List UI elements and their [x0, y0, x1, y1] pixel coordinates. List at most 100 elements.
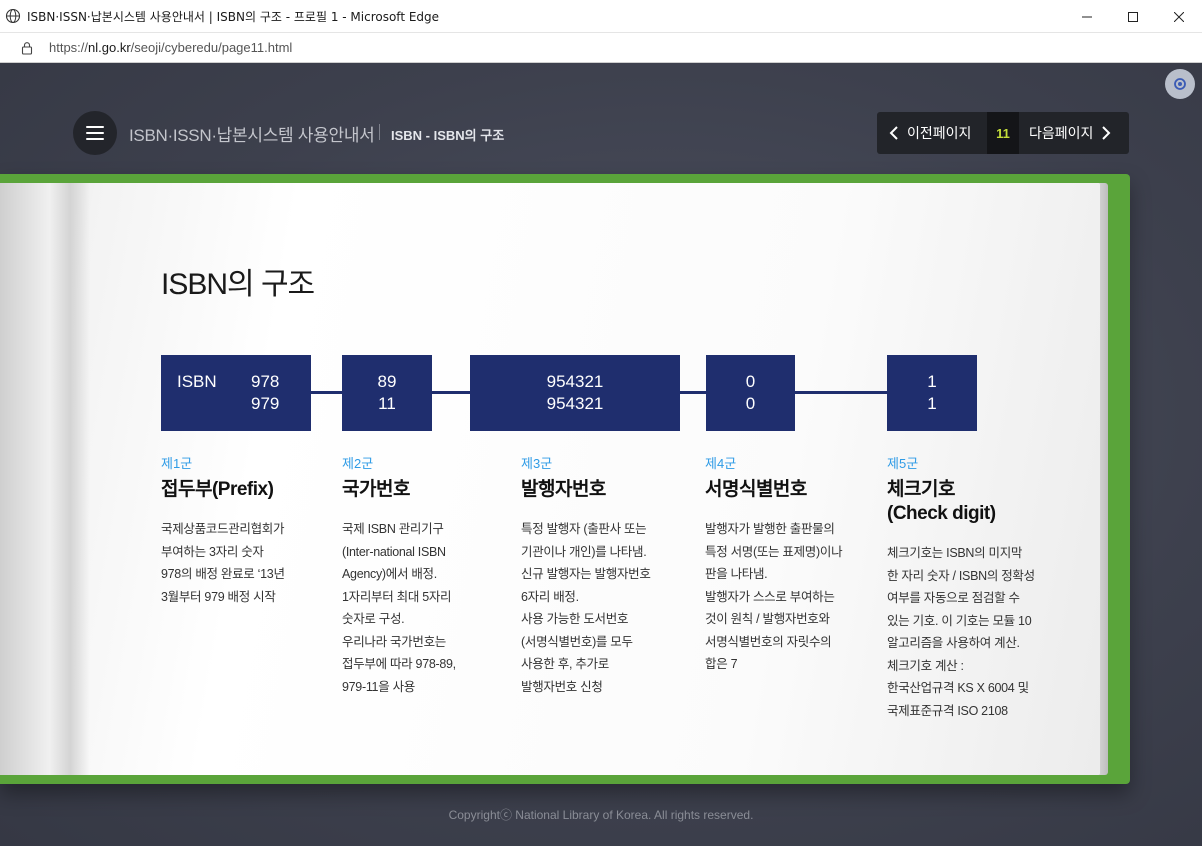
- desc-line: 특정 서명(또는 표제명)이나: [705, 544, 843, 559]
- window-title: ISBN·ISSN·납본시스템 사용안내서 | ISBN의 구조 - 프로필 1…: [27, 9, 440, 24]
- footer-copyright: Copyrightⓒ National Library of Korea. Al…: [448, 808, 754, 822]
- desc-line: 국제 ISBN 관리기구: [342, 522, 444, 536]
- window-titlebar: ISBN·ISSN·납본시스템 사용안내서 | ISBN의 구조 - 프로필 1…: [0, 0, 1202, 33]
- prev-page-button[interactable]: 이전페이지: [877, 112, 987, 154]
- isbn-box-line2: 954321: [546, 394, 604, 413]
- minimize-icon[interactable]: [1064, 0, 1110, 33]
- close-icon[interactable]: [1156, 0, 1202, 33]
- group-title-id: 제4군 서명식별번호 발행자가 발행한 출판물의 특정 서명(또는 표제명)이나…: [705, 453, 875, 676]
- group-description: 국제상품코드관리협회가 부여하는 3자리 숫자 978의 배정 완료로 ‘13년…: [161, 518, 321, 608]
- desc-line: 사용한 후, 추가로: [521, 657, 609, 671]
- isbn-box-values: 978 979: [251, 371, 279, 415]
- url-prefix: https://: [49, 40, 89, 55]
- desc-line: (서명식별번호)를 모두: [521, 634, 633, 649]
- url-text[interactable]: https://nl.go.kr/seoji/cyberedu/page11.h…: [49, 40, 292, 55]
- site-title: ISBN·ISSN·납본시스템 사용안내서: [129, 126, 375, 145]
- settings-icon[interactable]: [1165, 69, 1195, 99]
- desc-line: 체크기호 계산 :: [887, 658, 964, 673]
- isbn-box-values: 954321 954321: [470, 371, 680, 415]
- page-viewport: ISBN·ISSN·납본시스템 사용안내서 ISBN - ISBN의 구조 이전…: [0, 63, 1202, 846]
- desc-line: 978의 배정 완료로 ‘13년: [161, 567, 285, 581]
- desc-line: 숫자로 구성.: [342, 612, 405, 626]
- desc-line: Agency)에서 배정.: [342, 567, 437, 581]
- isbn-box-line2: 1: [927, 394, 937, 413]
- desc-line: (Inter-national ISBN: [342, 544, 446, 559]
- maximize-icon[interactable]: [1110, 0, 1156, 33]
- desc-line: 발행자번호 신청: [521, 679, 603, 694]
- group-description: 체크기호는 ISBN의 미지막 한 자리 숫자 / ISBN의 정확성 여부를 …: [887, 542, 1067, 722]
- desc-line: 것이 원칙 / 발행자번호와: [705, 612, 830, 626]
- isbn-box-line2: 11: [378, 394, 396, 413]
- isbn-box-line2: 979: [251, 394, 280, 413]
- url-host: nl.go.kr: [88, 40, 131, 55]
- desc-line: 한 자리 숫자 / ISBN의 정확성: [887, 568, 1035, 583]
- page-number: 11: [987, 112, 1019, 154]
- isbn-box-values: 89 11: [342, 371, 432, 415]
- desc-line: 국제상품코드관리협회가: [161, 522, 285, 536]
- desc-line: 합은 7: [705, 657, 738, 671]
- group-name: 서명식별번호: [705, 479, 807, 500]
- next-page-button[interactable]: 다음페이지: [1019, 112, 1129, 154]
- book-spine: [0, 183, 90, 775]
- breadcrumb: ISBN - ISBN의 구조: [391, 128, 505, 143]
- desc-line: 979-11을 사용: [342, 679, 415, 694]
- desc-line: 있는 기호. 이 기호는 모듈 10: [887, 613, 1032, 628]
- desc-line: 특정 발행자 (출판사 또는: [521, 522, 647, 536]
- desc-line: 우리나라 국가번호는: [342, 634, 446, 649]
- address-bar[interactable]: https://nl.go.kr/seoji/cyberedu/page11.h…: [0, 33, 1202, 63]
- group-name: 발행자번호: [521, 479, 606, 500]
- window-controls: [1064, 0, 1202, 33]
- isbn-box-check: 1 1: [887, 355, 977, 431]
- group-number: 제4군: [705, 456, 737, 471]
- page-navigator: 이전페이지 11 다음페이지: [877, 112, 1129, 154]
- lock-icon[interactable]: [20, 41, 34, 55]
- group-description: 발행자가 발행한 출판물의 특정 서명(또는 표제명)이나 판을 나타냄. 발행…: [705, 518, 875, 676]
- group-publisher: 제3군 발행자번호 특정 발행자 (출판사 또는 기관이나 개인)를 나타냄. …: [521, 453, 691, 698]
- group-description: 국제 ISBN 관리기구 (Inter-national ISBN Agency…: [342, 518, 502, 698]
- desc-line: 서명식별번호의 자릿수의: [705, 634, 832, 649]
- desc-line: 판을 나타냄.: [705, 567, 768, 581]
- desc-line: 신규 발행자는 발행자번호: [521, 567, 651, 581]
- desc-line: 3월부터 979 배정 시작: [161, 589, 276, 604]
- isbn-box-publisher: 954321 954321: [470, 355, 680, 431]
- group-number: 제5군: [887, 456, 919, 471]
- group-name: 국가번호: [342, 479, 410, 500]
- desc-line: 체크기호는 ISBN의 미지막: [887, 546, 1023, 560]
- group-country: 제2군 국가번호 국제 ISBN 관리기구 (Inter-national IS…: [342, 453, 502, 698]
- desc-line: 부여하는 3자리 숫자: [161, 544, 264, 559]
- title-divider: [379, 124, 380, 140]
- isbn-box-prefix: ISBN 978 979: [161, 355, 311, 431]
- isbn-box-values: 1 1: [887, 371, 977, 415]
- page-title: ISBN의 구조: [161, 268, 315, 301]
- desc-line: 국제표준규격 ISO 2108: [887, 703, 1008, 718]
- group-number: 제1군: [161, 456, 193, 471]
- group-name: 접두부(Prefix): [161, 479, 274, 500]
- prev-page-label: 이전페이지: [907, 125, 972, 141]
- desc-line: 접두부에 따라 978-89,: [342, 657, 456, 671]
- group-name: 체크기호: [887, 479, 955, 500]
- desc-line: 발행자가 스스로 부여하는: [705, 589, 835, 604]
- isbn-box-line1: 978: [251, 372, 280, 391]
- chevron-right-icon: [1102, 126, 1111, 140]
- isbn-box-title-id: 0 0: [706, 355, 795, 431]
- url-path: /seoji/cyberedu/page11.html: [130, 40, 293, 55]
- isbn-box-line1: 1: [927, 372, 937, 391]
- isbn-box-line1: 954321: [546, 372, 604, 391]
- desc-line: 한국산업규격 KS X 6004 및: [887, 681, 1029, 695]
- isbn-box-line1: 0: [745, 372, 756, 391]
- next-page-label: 다음페이지: [1029, 125, 1094, 141]
- isbn-box-line2: 0: [745, 394, 756, 413]
- menu-icon[interactable]: [73, 111, 117, 155]
- group-check: 제5군 체크기호 (Check digit) 체크기호는 ISBN의 미지막 한…: [887, 453, 1067, 722]
- desc-line: 알고리즘을 사용하여 계산.: [887, 636, 1020, 650]
- group-number: 제3군: [521, 456, 553, 471]
- desc-line: 사용 가능한 도서번호: [521, 612, 629, 626]
- group-number: 제2군: [342, 456, 374, 471]
- group-description: 특정 발행자 (출판사 또는 기관이나 개인)를 나타냄. 신규 발행자는 발행…: [521, 518, 691, 698]
- isbn-label: ISBN: [177, 372, 217, 391]
- globe-icon: [5, 8, 21, 24]
- desc-line: 여부를 자동으로 점검할 수: [887, 591, 1020, 605]
- desc-line: 발행자가 발행한 출판물의: [705, 522, 835, 536]
- desc-line: 기관이나 개인)를 나타냄.: [521, 544, 647, 559]
- isbn-box-country: 89 11: [342, 355, 432, 431]
